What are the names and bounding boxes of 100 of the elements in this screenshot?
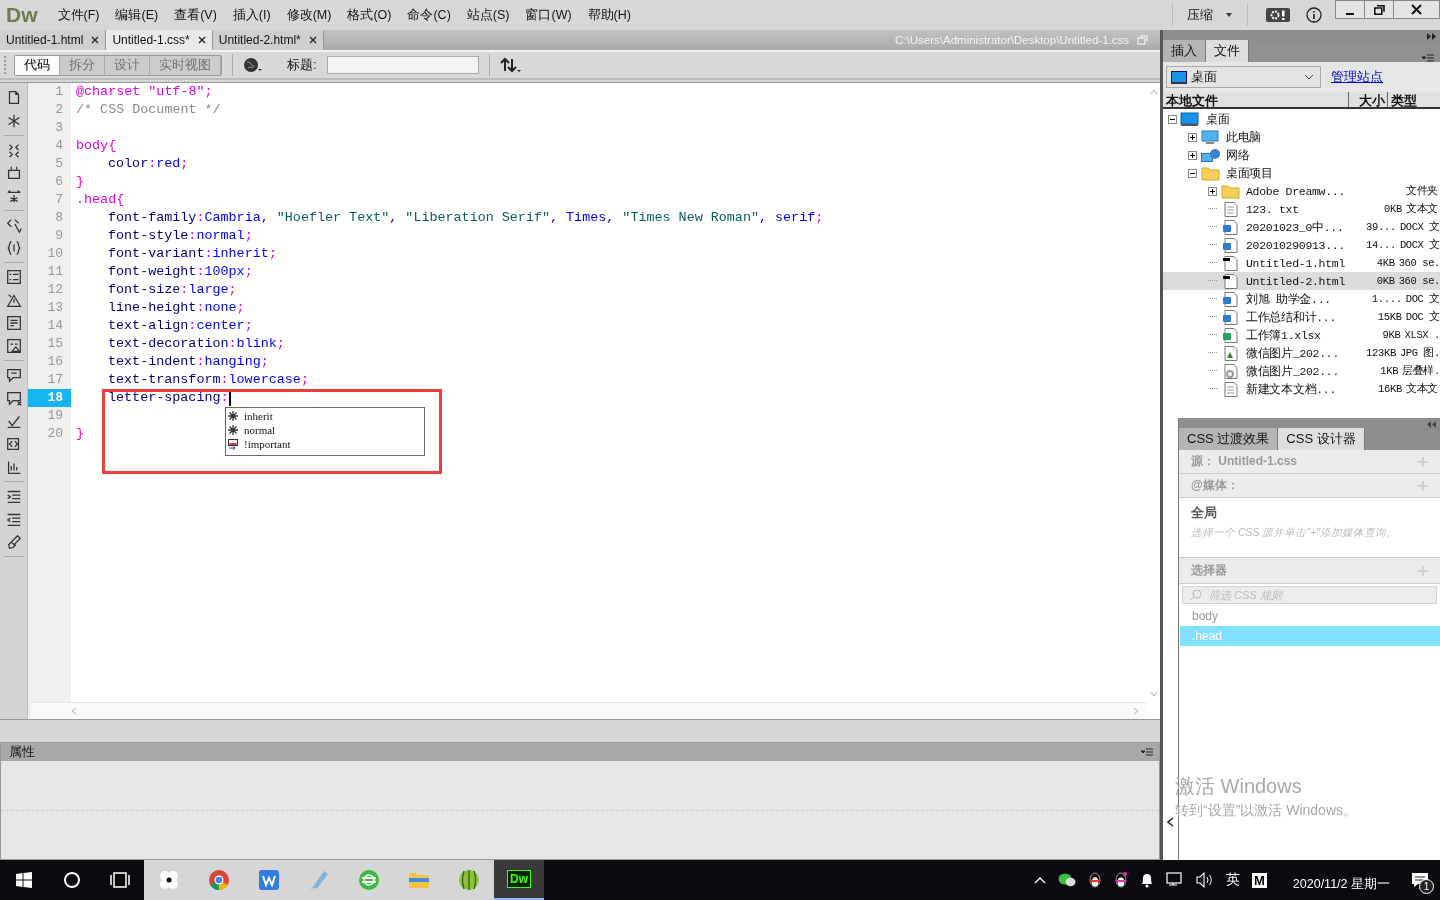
file-row[interactable]: 工作簿1.xlsx 9KB XLSX . bbox=[1163, 326, 1440, 344]
menu-item[interactable]: 文件(F) bbox=[49, 6, 108, 24]
file-type: 360 se. bbox=[1398, 275, 1440, 287]
autocomplete-item[interactable]: !important bbox=[226, 437, 424, 451]
chat-icon[interactable] bbox=[1058, 872, 1076, 888]
document-tab[interactable]: Untitled-1.html bbox=[0, 30, 107, 50]
close-icon[interactable] bbox=[197, 36, 206, 44]
comment-icon[interactable] bbox=[4, 366, 23, 384]
file-path: C:\Users\Administrator\Desktop\Untitled-1.css bbox=[895, 34, 1129, 46]
input-mode-indicator[interactable]: M bbox=[1252, 872, 1267, 888]
expand-panel-icon[interactable] bbox=[1427, 32, 1436, 40]
file-row[interactable]: 新建文本文档... 16KB 文本文 bbox=[1163, 380, 1440, 398]
file-row[interactable]: 刘旭 助学金... 1.... DOC 文 bbox=[1163, 290, 1440, 308]
line-numbers-icon[interactable] bbox=[4, 268, 23, 286]
file-name: 123. txt bbox=[1246, 202, 1300, 216]
close-icon[interactable] bbox=[91, 36, 100, 44]
view-button[interactable]: 代码 bbox=[15, 55, 60, 75]
file-row[interactable]: 工作总结和计... 15KB DOC 文 bbox=[1163, 308, 1440, 326]
file-row[interactable]: 网络 bbox=[1163, 146, 1440, 164]
column-header[interactable]: 大小 bbox=[1349, 92, 1388, 107]
menu-item[interactable]: 命令(C) bbox=[399, 6, 459, 24]
notebook-icon bbox=[308, 869, 330, 891]
notification-count: 1 bbox=[1419, 879, 1434, 894]
penguin-icon[interactable] bbox=[1088, 872, 1102, 888]
menu-item[interactable]: 帮助(H) bbox=[579, 6, 639, 24]
line-number: 7 bbox=[54, 191, 64, 209]
column-header[interactable]: 本地文件 bbox=[1163, 92, 1349, 107]
globe-icon[interactable] bbox=[243, 57, 263, 73]
collapse-icon[interactable] bbox=[1168, 114, 1177, 124]
panel-tab[interactable]: CSS 设计器 bbox=[1278, 428, 1365, 450]
input-language[interactable]: 英 bbox=[1226, 871, 1240, 889]
chrome-icon bbox=[208, 869, 230, 891]
menu-item[interactable]: 查看(V) bbox=[166, 6, 225, 24]
close-icon[interactable] bbox=[308, 36, 317, 44]
title-field[interactable] bbox=[326, 56, 479, 74]
file-row[interactable]: 123. txt 0KB 文本文 bbox=[1163, 200, 1440, 218]
scroll-left-icon[interactable] bbox=[1167, 817, 1174, 827]
restore-button[interactable] bbox=[1364, 0, 1394, 19]
sync-settings-icon[interactable] bbox=[1266, 8, 1290, 22]
file-type: DOCX 文 bbox=[1399, 238, 1440, 252]
network-icon[interactable] bbox=[1166, 872, 1184, 888]
wrap-icon[interactable] bbox=[4, 314, 23, 332]
tag-cursor-icon[interactable] bbox=[4, 216, 23, 234]
media-item[interactable]: 全局 bbox=[1191, 504, 1428, 522]
expand-icon[interactable] bbox=[1188, 150, 1197, 160]
menu-item[interactable]: 修改(M) bbox=[278, 6, 340, 24]
menu-item[interactable]: 插入(I) bbox=[224, 6, 279, 24]
code-line: @charset "utf-8"; bbox=[76, 83, 213, 101]
file-size: 9KB bbox=[1382, 329, 1401, 341]
file-row[interactable]: Adobe Dreamw... 文件夹 bbox=[1163, 182, 1440, 200]
file-name: Untitled-1.html bbox=[1246, 256, 1347, 270]
autocomplete-item[interactable]: inherit bbox=[226, 409, 424, 423]
panel-tab[interactable]: 插入 bbox=[1163, 40, 1206, 62]
expand-icon[interactable] bbox=[1208, 186, 1217, 196]
taskbar-app[interactable] bbox=[444, 860, 494, 900]
file-row[interactable]: 微信图片_202... 1KB 层叠样. bbox=[1163, 362, 1440, 380]
file-name: 20201023_0中... bbox=[1246, 219, 1345, 235]
code-line: font-variant:inherit; bbox=[108, 245, 277, 263]
manage-sites-link[interactable]: 管理站点 bbox=[1331, 68, 1383, 86]
bell-icon[interactable] bbox=[1140, 872, 1154, 888]
menu-item[interactable]: 站点(S) bbox=[458, 6, 518, 24]
panel-tab[interactable]: CSS 过渡效果 bbox=[1179, 428, 1279, 450]
file-row[interactable]: 微信图片_202... 123KB JPG 图. bbox=[1163, 344, 1440, 362]
code-line: font-size:large; bbox=[108, 281, 237, 299]
file-size: 0KB bbox=[1376, 275, 1395, 287]
document-tab[interactable]: Untitled-1.css* bbox=[106, 30, 213, 50]
panel-tab[interactable]: 文件 bbox=[1206, 40, 1249, 62]
menu-item[interactable]: 格式(O) bbox=[339, 6, 400, 24]
close-button[interactable] bbox=[1393, 0, 1440, 19]
file-row[interactable]: 202010290913... 14... DOCX 文 bbox=[1163, 236, 1440, 254]
file-row[interactable]: 桌面 bbox=[1163, 110, 1440, 128]
chevron-up-icon[interactable] bbox=[1034, 876, 1046, 884]
autocomplete-item[interactable]: normal bbox=[226, 423, 424, 437]
panel-menu-icon[interactable] bbox=[1141, 748, 1153, 756]
info-icon[interactable] bbox=[1306, 7, 1322, 23]
collapse-icon[interactable] bbox=[1188, 168, 1197, 178]
file-row[interactable]: 20201023_0中... 39... DOCX 文 bbox=[1163, 218, 1440, 236]
uncomment-icon[interactable] bbox=[4, 389, 23, 407]
app-logo: Dw bbox=[5, 3, 39, 27]
expand-icon[interactable] bbox=[1188, 132, 1197, 142]
menu-item[interactable]: 窗口(W) bbox=[517, 6, 580, 24]
image-warning-icon[interactable] bbox=[4, 337, 23, 355]
notification-button[interactable]: 1 bbox=[1400, 860, 1440, 900]
penguin-icon[interactable] bbox=[1114, 872, 1128, 888]
workspace-switcher[interactable]: 压缩 bbox=[1183, 4, 1237, 26]
minimize-button[interactable] bbox=[1335, 0, 1365, 19]
file-row[interactable]: 桌面项目 bbox=[1163, 164, 1440, 182]
file-row[interactable]: 此电脑 bbox=[1163, 128, 1440, 146]
volume-icon[interactable] bbox=[1196, 872, 1214, 888]
file-row[interactable]: Untitled-1.html 4KB 360 se. bbox=[1163, 254, 1440, 272]
panel-menu-icon[interactable] bbox=[1422, 54, 1434, 62]
clock-date[interactable]: 2020/11/2 星期一 bbox=[1292, 876, 1390, 893]
column-header[interactable]: 类型 bbox=[1388, 92, 1440, 107]
file-row[interactable]: Untitled-2.html 0KB 360 se. bbox=[1163, 272, 1440, 290]
site-dropdown[interactable]: 桌面 bbox=[1166, 66, 1321, 88]
sort-icon[interactable] bbox=[499, 57, 522, 73]
collapse-panel-icon[interactable] bbox=[1427, 420, 1436, 428]
menu-item[interactable]: 编辑(E) bbox=[107, 6, 167, 24]
taskbar-app[interactable]: Dw bbox=[494, 860, 544, 900]
document-tab[interactable]: Untitled-2.html* bbox=[212, 30, 324, 50]
